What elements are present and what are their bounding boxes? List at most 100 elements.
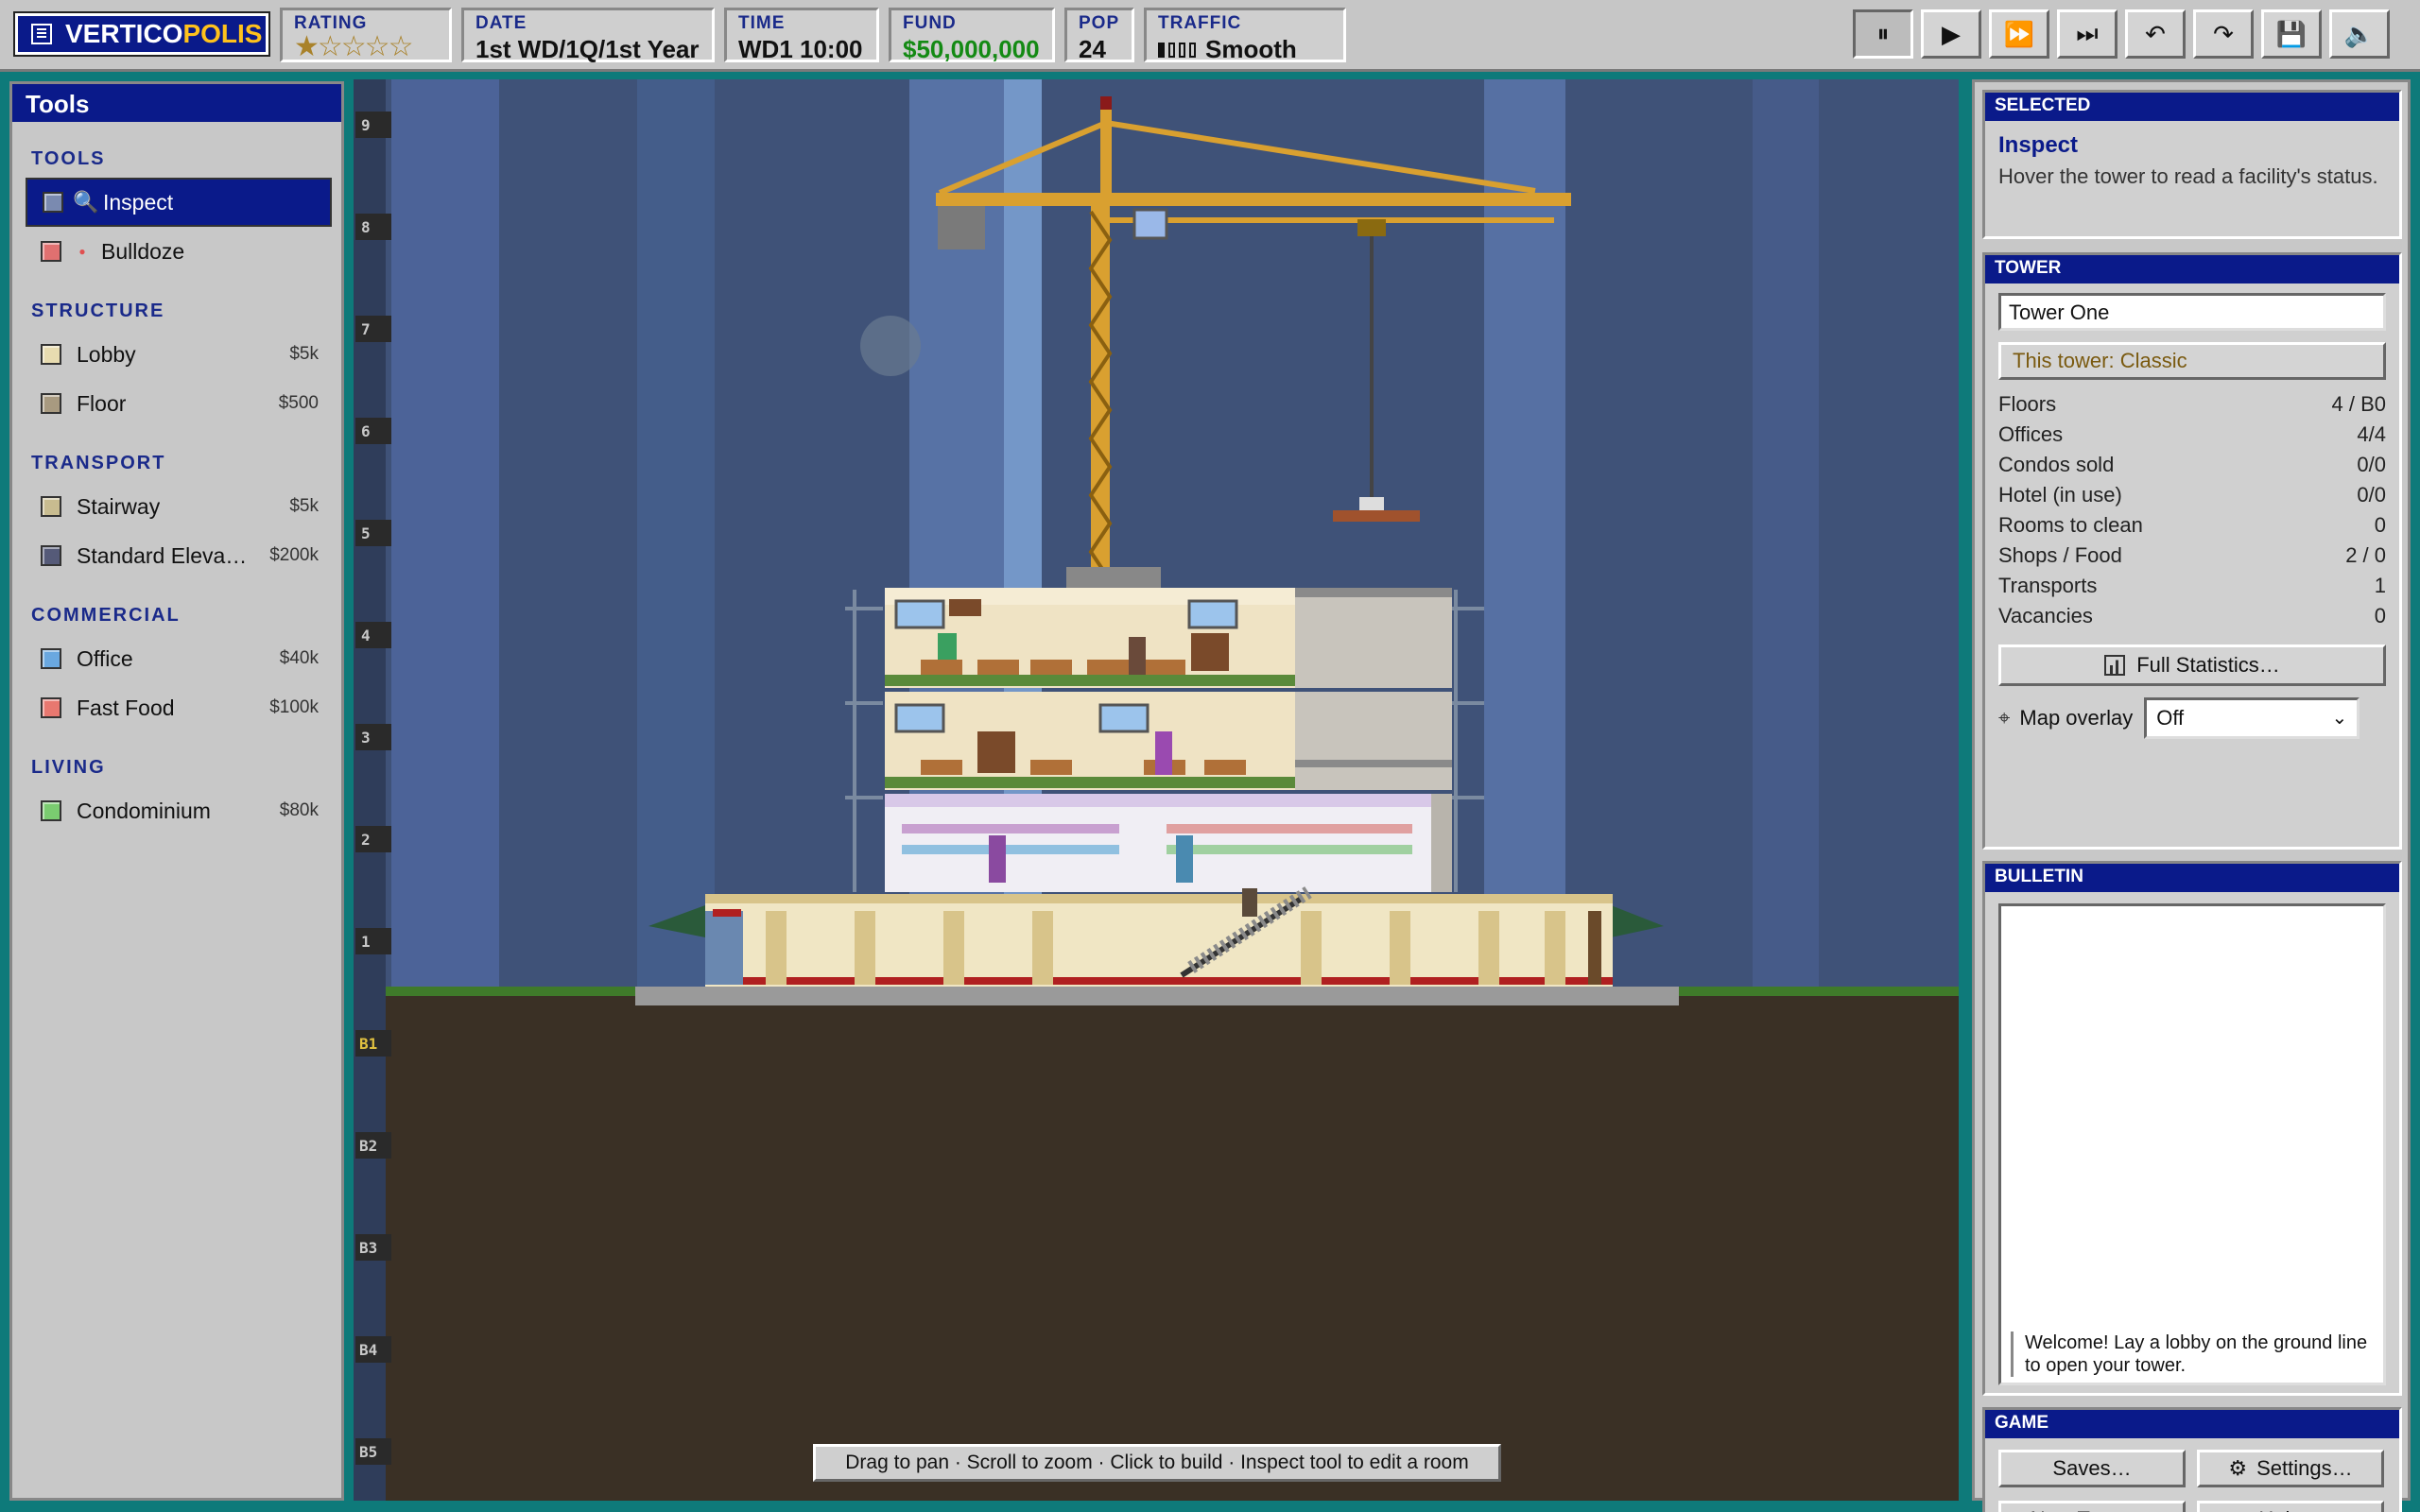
tower-name-input[interactable]: Tower One xyxy=(1998,293,2386,331)
tool-cost: $200k xyxy=(269,545,319,565)
tool-stairway[interactable]: Stairway $5k xyxy=(26,482,332,531)
office-shelf xyxy=(949,599,981,616)
shop-floor-2[interactable] xyxy=(885,794,1452,892)
tools-panel-title: Tools xyxy=(12,84,341,122)
tool-label: Inspect xyxy=(103,189,174,215)
floor-ruler xyxy=(354,79,386,1501)
redo-button[interactable]: ↷ xyxy=(2193,9,2254,59)
lobby-carpet xyxy=(705,977,1613,985)
app-logo: VERTICO POLIS xyxy=(13,11,270,57)
tool-swatch xyxy=(41,496,61,517)
tool-fast-food[interactable]: Fast Food $100k xyxy=(26,683,332,732)
bulletin-log[interactable]: Welcome! Lay a lobby on the ground line … xyxy=(1998,903,2386,1385)
lobby-exit-door xyxy=(1588,911,1601,985)
tower-view[interactable]: 9 8 7 6 5 4 3 2 1 B1 B2 B3 B4 B5 Drag to… xyxy=(354,79,1959,1501)
lobby-ceiling xyxy=(705,894,1613,903)
traffic-meter-bar xyxy=(1179,42,1185,58)
full-statistics-button[interactable]: Full Statistics… xyxy=(1998,644,2386,686)
tool-lobby[interactable]: Lobby $5k xyxy=(26,330,332,379)
tool-label: Floor xyxy=(77,390,127,416)
office-carpet xyxy=(885,675,1295,686)
tool-swatch xyxy=(43,192,63,213)
saves-button[interactable]: Saves… xyxy=(1998,1450,2186,1487)
lobby-room xyxy=(705,894,1613,987)
pause-button[interactable]: ⏸ xyxy=(1853,9,1913,59)
stat-value: 4 / B0 xyxy=(2331,392,2386,416)
tool-condominium[interactable]: Condominium $80k xyxy=(26,786,332,835)
sky-light-beam xyxy=(1753,79,1819,990)
tool-standard-elevator[interactable]: Standard Eleva… $200k xyxy=(26,531,332,580)
lobby-floor-1[interactable] xyxy=(648,886,1664,987)
traffic-meter-bar xyxy=(1158,42,1165,58)
office-desk xyxy=(1204,760,1246,775)
fastest-forward-button[interactable]: ⏭ xyxy=(2057,9,2118,59)
floor-label: B2 xyxy=(359,1137,377,1155)
tool-floor[interactable]: Floor $500 xyxy=(26,379,332,428)
tower-style-button[interactable]: This tower: Classic xyxy=(1998,342,2386,380)
stat-value: 0 xyxy=(2374,513,2386,537)
pop-stat: POP 24 xyxy=(1064,8,1134,63)
sound-button[interactable]: 🔈 xyxy=(2329,9,2390,59)
floor-label: 3 xyxy=(361,729,371,747)
new-tower-button[interactable]: New Tower… xyxy=(1998,1501,2186,1512)
crane-trolley xyxy=(1357,219,1386,236)
time-value: WD1 10:00 xyxy=(738,35,863,63)
tool-office[interactable]: Office $40k xyxy=(26,634,332,683)
tool-cost: $80k xyxy=(279,800,319,820)
floor-label: 5 xyxy=(361,524,371,542)
bulldoze-icon: ● xyxy=(78,245,86,258)
tool-inspect[interactable]: 🔍 Inspect xyxy=(26,178,332,227)
chevron-down-icon: ⌄ xyxy=(2331,708,2348,729)
bulletin-message: Welcome! Lay a lobby on the ground line … xyxy=(2011,1332,2370,1377)
lobby-door-sign xyxy=(713,909,741,917)
date-label: DATE xyxy=(475,13,527,33)
tool-label: Stairway xyxy=(77,493,161,519)
traffic-label: TRAFFIC xyxy=(1158,13,1242,33)
office-floor-3[interactable] xyxy=(885,692,1452,790)
office-bookshelf xyxy=(977,731,1015,773)
undo-button[interactable]: ↶ xyxy=(2125,9,2186,59)
tool-cost: $5k xyxy=(289,344,319,364)
stat-value: 0/0 xyxy=(2357,453,2386,476)
shop-shelf xyxy=(1167,845,1412,854)
tool-swatch xyxy=(41,545,61,566)
map-overlay-value: Off xyxy=(2156,706,2185,730)
settings-button[interactable]: ⚙ Settings… xyxy=(2197,1450,2384,1487)
map-overlay-row: ⌖ Map overlay Off ⌄ xyxy=(1998,697,2386,739)
lobby-pillar xyxy=(1390,911,1410,985)
crane-hook-load xyxy=(1359,497,1384,510)
fund-value: $50,000,000 xyxy=(903,35,1040,63)
tool-swatch xyxy=(41,697,61,718)
sidewalk xyxy=(635,987,1679,1005)
redo-icon: ↷ xyxy=(2213,19,2234,48)
tool-cost: $100k xyxy=(269,697,319,717)
pop-label: POP xyxy=(1079,13,1120,33)
traffic-value-row: Smooth xyxy=(1158,35,1332,64)
stat-row: Transports 1 xyxy=(1998,571,2386,601)
fund-label: FUND xyxy=(903,13,957,33)
office-desk xyxy=(1087,660,1129,675)
fast-forward-button[interactable]: ⏩ xyxy=(1989,9,2049,59)
play-button[interactable]: ▶ xyxy=(1921,9,1981,59)
sky-light-beam xyxy=(1484,79,1565,990)
shop-shelf xyxy=(902,845,1119,854)
moon xyxy=(860,316,921,376)
floor-label: 8 xyxy=(361,218,371,236)
office-desk xyxy=(977,660,1019,675)
map-overlay-select[interactable]: Off ⌄ xyxy=(2144,697,2360,739)
office-floor-4[interactable] xyxy=(885,588,1452,688)
floor-label: B3 xyxy=(359,1239,377,1257)
tool-label: Office xyxy=(77,645,133,671)
help-button[interactable]: Help… xyxy=(2197,1501,2384,1512)
save-button[interactable]: 💾 xyxy=(2261,9,2322,59)
tool-label: Condominium xyxy=(77,798,211,823)
tower-canvas[interactable]: 9 8 7 6 5 4 3 2 1 B1 B2 B3 B4 B5 xyxy=(354,79,1959,1501)
lobby-pillar xyxy=(1301,911,1322,985)
chart-icon xyxy=(2104,655,2126,676)
selected-heading: SELECTED xyxy=(1985,93,2399,121)
tool-label: Lobby xyxy=(77,341,136,367)
office-desk xyxy=(1030,760,1072,775)
tool-bulldoze[interactable]: ● Bulldoze xyxy=(26,227,332,276)
floor-label: 6 xyxy=(361,422,371,440)
stat-row: Floors 4 / B0 xyxy=(1998,389,2386,420)
